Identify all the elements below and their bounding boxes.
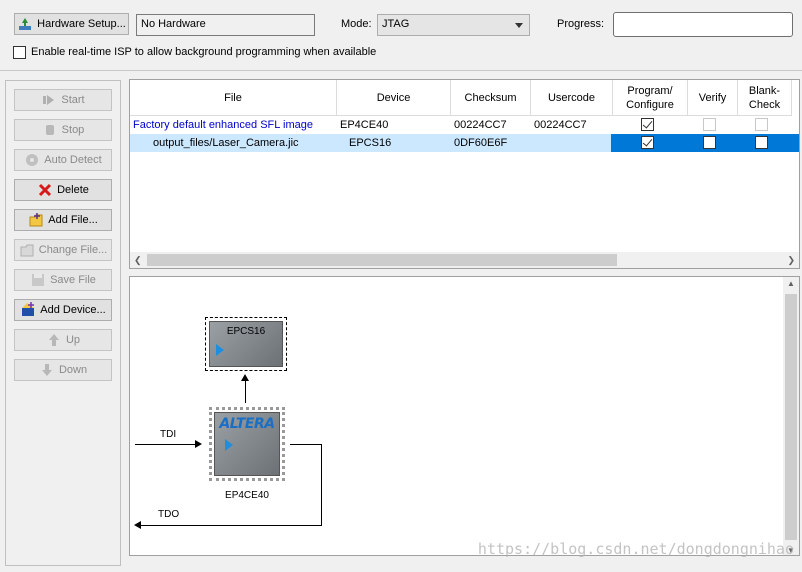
auto-detect-button[interactable]: Auto Detect [14,149,112,171]
fpga-label: EP4CE40 [225,490,269,501]
header-program-configure[interactable]: Program/ Configure [613,80,688,116]
row-device: EPCS16 [349,137,392,149]
isp-checkbox-label: Enable real-time ISP to allow background… [31,46,377,58]
delete-label: Delete [57,184,89,196]
program-checkbox[interactable] [641,118,654,131]
start-button[interactable]: Start [14,89,112,111]
auto-detect-label: Auto Detect [44,154,102,166]
hardware-setup-icon [17,16,33,32]
save-file-button[interactable]: Save File [14,269,112,291]
row-checksum: 00224CC7 [454,119,507,131]
mode-value: JTAG [382,18,410,30]
down-button[interactable]: Down [14,359,112,381]
stop-label: Stop [61,124,85,136]
flash-chip-label: EPCS16 [226,326,266,337]
flash-chip[interactable]: EPCS16 [209,321,283,367]
add-device-icon [20,302,36,318]
arrow-up-icon [241,374,249,381]
change-file-button[interactable]: Change File... [14,239,112,261]
add-file-icon [28,212,44,228]
up-arrow-icon [46,332,62,348]
save-file-icon [30,272,46,288]
down-label: Down [58,364,88,376]
arrow-right-icon [195,440,202,448]
tdo-line-v [321,444,322,526]
play-icon [41,92,57,108]
chain-diagram: ▲ ▼ EPCS16 ALTERA EP4CE40 TDI TDO [129,276,800,556]
up-label: Up [65,334,81,346]
toolbar-divider [0,70,802,71]
header-blank-check[interactable]: Blank- Check [738,80,792,116]
row-checksum: 0DF60E6F [454,137,508,149]
scrollbar-thumb[interactable] [785,294,797,540]
table-row-selected[interactable]: output_files/Laser_Camera.jic EPCS16 0DF… [130,134,799,152]
vertical-scrollbar[interactable]: ▲ ▼ [783,277,799,555]
mode-select[interactable]: JTAG [377,14,530,36]
header-checksum[interactable]: Checksum [451,80,531,116]
play-icon [216,344,224,356]
header-blank-line2: Check [748,98,781,111]
stop-hand-icon [42,122,58,138]
chain-arrow-up [245,379,246,403]
verify-checkbox[interactable] [703,118,716,131]
delete-button[interactable]: Delete [14,179,112,201]
hardware-setup-label: Hardware Setup... [37,18,126,30]
hardware-value: No Hardware [141,18,206,30]
arrow-left-icon [134,521,141,529]
row-file: output_files/Laser_Camera.jic [153,137,299,149]
scrollbar-thumb[interactable] [147,254,617,266]
tdi-line [135,444,197,445]
isp-checkbox[interactable] [13,46,26,59]
header-verify[interactable]: Verify [688,80,738,116]
start-label: Start [61,94,85,106]
add-device-label: Add Device... [40,304,106,316]
play-icon [225,439,233,451]
tdo-label: TDO [158,509,180,520]
scroll-up-icon[interactable]: ▲ [787,279,795,288]
header-file[interactable]: File [130,80,337,116]
tdo-line-h1 [290,444,322,445]
header-program-line2: Configure [626,98,674,111]
verify-checkbox[interactable] [703,136,716,149]
table-row[interactable]: Factory default enhanced SFL image EP4CE… [130,116,799,134]
tdi-label: TDI [160,429,177,440]
header-device[interactable]: Device [337,80,451,116]
change-file-icon [19,242,35,258]
change-file-label: Change File... [38,244,108,256]
progress-bar [613,12,793,37]
stop-button[interactable]: Stop [14,119,112,141]
device-table: File Device Checksum Usercode Program/ C… [129,79,800,269]
red-x-icon [37,182,53,198]
hardware-field: No Hardware [136,14,315,36]
header-blank-line1: Blank- [748,84,781,97]
add-file-label: Add File... [48,214,98,226]
header-usercode[interactable]: Usercode [531,80,613,116]
chevron-down-icon [515,23,523,28]
add-device-button[interactable]: Add Device... [14,299,112,321]
row-device: EP4CE40 [340,119,389,131]
row-usercode: 00224CC7 [534,119,587,131]
watermark: https://blog.csdn.net/dongdongnihao [477,540,794,558]
horizontal-scrollbar[interactable]: ❮ ❯ [130,252,799,268]
auto-detect-icon [24,152,40,168]
mode-label: Mode: [341,18,372,30]
row-file: Factory default enhanced SFL image [133,119,313,131]
header-program-line1: Program/ [627,84,673,97]
program-checkbox[interactable] [641,136,654,149]
down-arrow-icon [39,362,55,378]
blank-check-checkbox[interactable] [755,118,768,131]
save-file-label: Save File [50,274,96,286]
progress-label: Progress: [557,18,605,30]
scroll-left-icon[interactable]: ❮ [134,255,142,266]
scroll-right-icon[interactable]: ❯ [787,255,795,266]
tdo-line-h2 [140,525,322,526]
altera-logo: ALTERA [219,416,275,432]
up-button[interactable]: Up [14,329,112,351]
blank-check-checkbox[interactable] [755,136,768,149]
fpga-chip[interactable]: ALTERA [214,412,280,476]
hardware-setup-button[interactable]: Hardware Setup... [14,13,129,35]
add-file-button[interactable]: Add File... [14,209,112,231]
